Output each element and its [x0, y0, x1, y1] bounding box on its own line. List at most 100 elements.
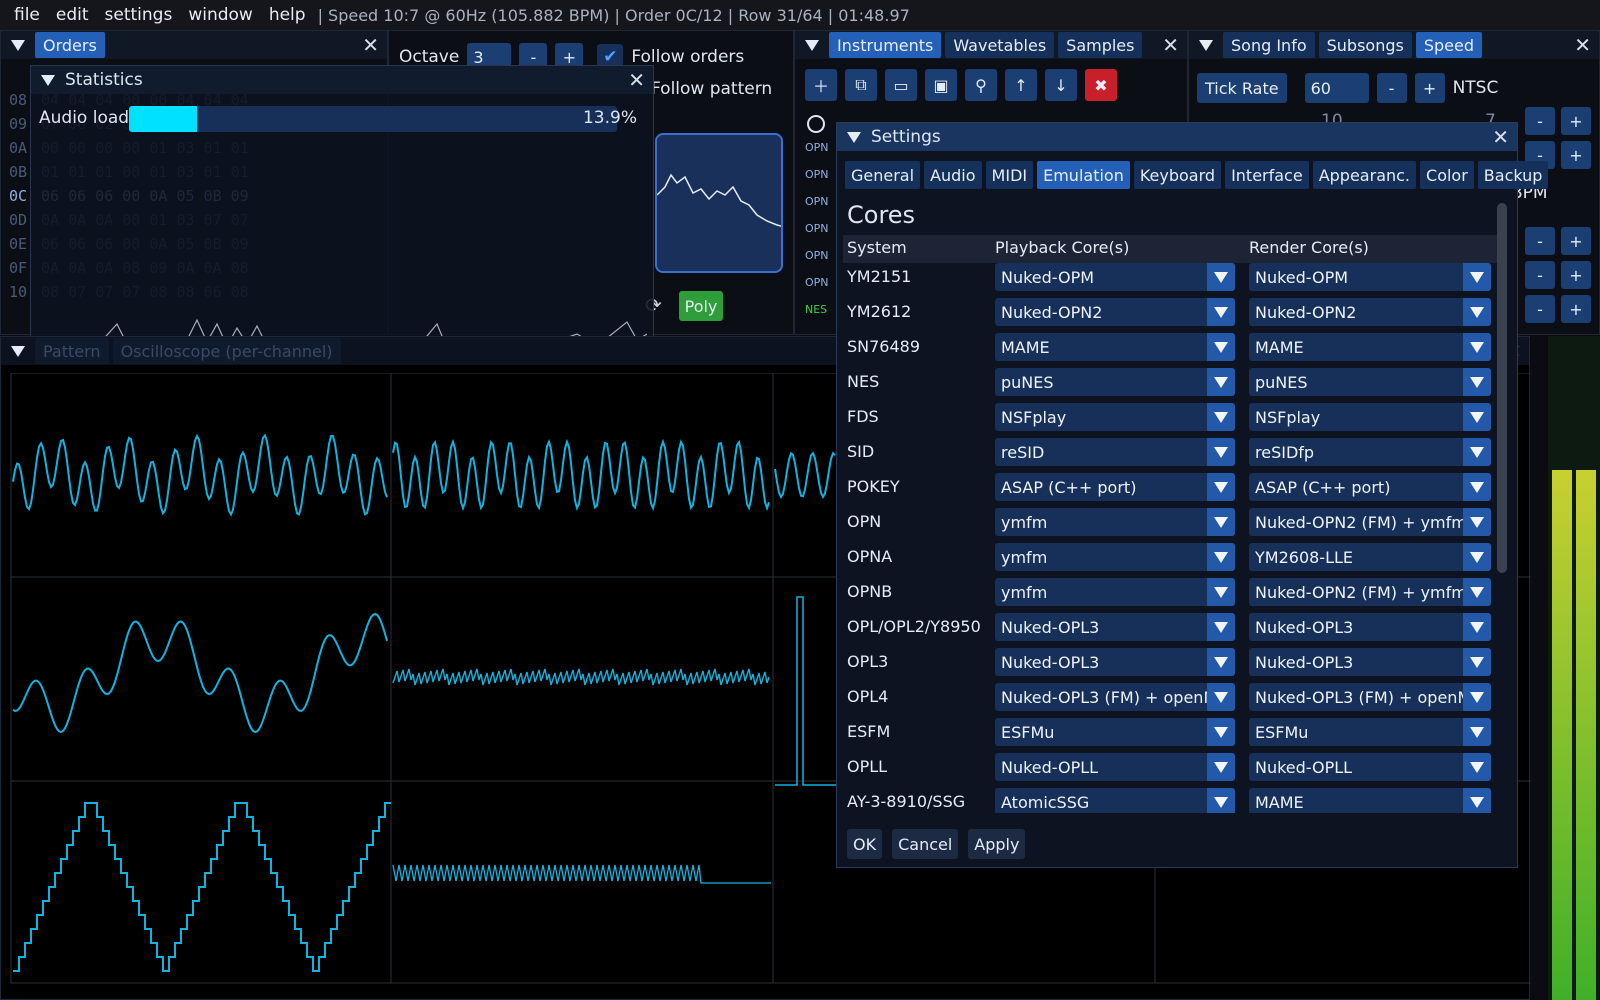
menu-file[interactable]: file	[6, 5, 48, 25]
cancel-button[interactable]: Cancel	[892, 829, 959, 859]
playback-core-select[interactable]: Nuked-OPLL	[995, 753, 1235, 781]
close-icon[interactable]: ✕	[362, 35, 379, 55]
tab-subsongs[interactable]: Subsongs	[1318, 32, 1412, 58]
plus-button[interactable]: +	[1561, 261, 1591, 289]
render-core-select[interactable]: Nuked-OPL3	[1249, 613, 1491, 641]
playback-core-select[interactable]: MAME	[995, 333, 1235, 361]
plus-button[interactable]: +	[1561, 295, 1591, 323]
minus-button[interactable]: -	[1525, 295, 1555, 323]
instrument-chip-badge: OPN	[805, 141, 829, 154]
tab-song-info[interactable]: Song Info	[1223, 32, 1315, 58]
ok-button[interactable]: OK	[847, 829, 883, 859]
playback-core-select[interactable]: Nuked-OPL3 (FM) + openMS	[995, 683, 1235, 711]
render-core-select[interactable]: puNES	[1249, 368, 1491, 396]
render-core-select[interactable]: MAME	[1249, 788, 1491, 813]
hierarchy-icon[interactable]: ⚲	[965, 69, 997, 101]
settings-tab-color[interactable]: Color	[1420, 161, 1474, 189]
tab-wavetables[interactable]: Wavetables	[945, 32, 1055, 58]
render-core-select[interactable]: Nuked-OPN2	[1249, 298, 1491, 326]
render-core-select[interactable]: ESFMu	[1249, 718, 1491, 746]
playback-core-select[interactable]: ymfm	[995, 508, 1235, 536]
menu-edit[interactable]: edit	[48, 5, 97, 25]
settings-tab-midi[interactable]: MIDI	[985, 161, 1034, 189]
instruments-titlebar: Instruments Wavetables Samples	[795, 31, 1187, 59]
mini-scope-wave	[657, 173, 781, 227]
menu-help[interactable]: help	[261, 5, 314, 25]
settings-tab-general[interactable]: General	[845, 161, 921, 189]
settings-titlebar[interactable]: Settings	[837, 123, 1517, 151]
open-folder-icon[interactable]: ▭	[885, 69, 917, 101]
settings-tab-interface[interactable]: Interface	[1225, 161, 1309, 189]
plus-button[interactable]: +	[1561, 141, 1591, 169]
add-icon[interactable]: ＋	[805, 69, 837, 101]
settings-scrollbar[interactable]	[1497, 203, 1507, 573]
tab-orders[interactable]: Orders	[35, 32, 105, 58]
playback-core-select[interactable]: ymfm	[995, 578, 1235, 606]
playback-core-select[interactable]: ESFMu	[995, 718, 1235, 746]
close-icon[interactable]: ✕	[628, 70, 645, 90]
render-core-select[interactable]: Nuked-OPN2 (FM) + ymfm (	[1249, 508, 1491, 536]
tab-oscilloscope[interactable]: Oscilloscope (per-channel)	[112, 338, 341, 364]
playback-core-select[interactable]: ASAP (C++ port)	[995, 473, 1235, 501]
move-up-icon[interactable]: ↑	[1005, 69, 1037, 101]
render-core-select[interactable]: ASAP (C++ port)	[1249, 473, 1491, 501]
collapse-icon[interactable]	[847, 131, 861, 143]
render-core-select[interactable]: Nuked-OPLL	[1249, 753, 1491, 781]
minus-button[interactable]: -	[1525, 107, 1555, 135]
collapse-icon[interactable]	[41, 74, 55, 86]
tick-rate-plus-button[interactable]: +	[1414, 73, 1445, 103]
close-icon[interactable]: ✕	[1492, 127, 1509, 147]
duplicate-icon[interactable]: ⧉	[845, 69, 877, 101]
radio-icon[interactable]	[807, 115, 825, 133]
minus-button[interactable]: -	[1525, 261, 1555, 289]
tab-pattern[interactable]: Pattern	[35, 338, 109, 364]
tab-speed[interactable]: Speed	[1415, 32, 1482, 58]
render-core-select[interactable]: YM2608-LLE	[1249, 543, 1491, 571]
playback-core-select[interactable]: reSID	[995, 438, 1235, 466]
tab-instruments[interactable]: Instruments	[829, 32, 942, 58]
close-icon[interactable]: ✕	[1162, 35, 1179, 55]
instrument-chip-badge: OPN	[805, 249, 829, 262]
playback-core-select[interactable]: NSFplay	[995, 403, 1235, 431]
render-core-select[interactable]: NSFplay	[1249, 403, 1491, 431]
playback-core-select[interactable]: puNES	[995, 368, 1235, 396]
playback-core-select[interactable]: Nuked-OPM	[995, 263, 1235, 291]
delete-icon[interactable]: ✖	[1085, 69, 1117, 101]
tick-rate-field[interactable]: 60	[1304, 73, 1369, 103]
render-core-select[interactable]: Nuked-OPN2 (FM) + ymfm (	[1249, 578, 1491, 606]
collapse-icon[interactable]	[805, 39, 819, 51]
render-core-select[interactable]: Nuked-OPL3 (FM) + openMS	[1249, 683, 1491, 711]
render-core-select[interactable]: Nuked-OPL3	[1249, 648, 1491, 676]
chevron-down-icon	[1207, 263, 1235, 291]
playback-core-select[interactable]: ymfm	[995, 543, 1235, 571]
playback-core-select[interactable]: Nuked-OPN2	[995, 298, 1235, 326]
settings-tab-appearanc[interactable]: Appearanc.	[1312, 161, 1417, 189]
settings-tab-keyboard[interactable]: Keyboard	[1133, 161, 1222, 189]
move-down-icon[interactable]: ↓	[1045, 69, 1077, 101]
render-core-select[interactable]: Nuked-OPM	[1249, 263, 1491, 291]
poly-button[interactable]: Poly	[679, 291, 723, 321]
tick-rate-minus-button[interactable]: -	[1376, 73, 1407, 103]
tab-samples[interactable]: Samples	[1058, 32, 1143, 58]
playback-core-select[interactable]: AtomicSSG	[995, 788, 1235, 813]
collapse-icon[interactable]	[11, 39, 25, 51]
render-core-select[interactable]: MAME	[1249, 333, 1491, 361]
settings-tab-emulation[interactable]: Emulation	[1037, 161, 1130, 189]
plus-button[interactable]: +	[1561, 107, 1591, 135]
render-core-select[interactable]: reSIDfp	[1249, 438, 1491, 466]
statistics-titlebar[interactable]: Statistics	[31, 66, 653, 94]
apply-button[interactable]: Apply	[968, 829, 1026, 859]
menu-settings[interactable]: settings	[97, 5, 181, 25]
settings-tab-audio[interactable]: Audio	[924, 161, 982, 189]
playback-core-select[interactable]: Nuked-OPL3	[995, 613, 1235, 641]
playback-core-select[interactable]: Nuked-OPL3	[995, 648, 1235, 676]
settings-tab-backup[interactable]: Backup	[1477, 161, 1549, 189]
menu-window[interactable]: window	[180, 5, 261, 25]
plus-button[interactable]: +	[1561, 227, 1591, 255]
collapse-icon[interactable]	[1199, 39, 1213, 51]
minus-button[interactable]: -	[1525, 227, 1555, 255]
follow-pattern-label[interactable]: Follow pattern	[651, 79, 772, 99]
collapse-icon[interactable]	[11, 345, 25, 357]
close-icon[interactable]: ✕	[1574, 35, 1591, 55]
save-icon[interactable]: ▣	[925, 69, 957, 101]
